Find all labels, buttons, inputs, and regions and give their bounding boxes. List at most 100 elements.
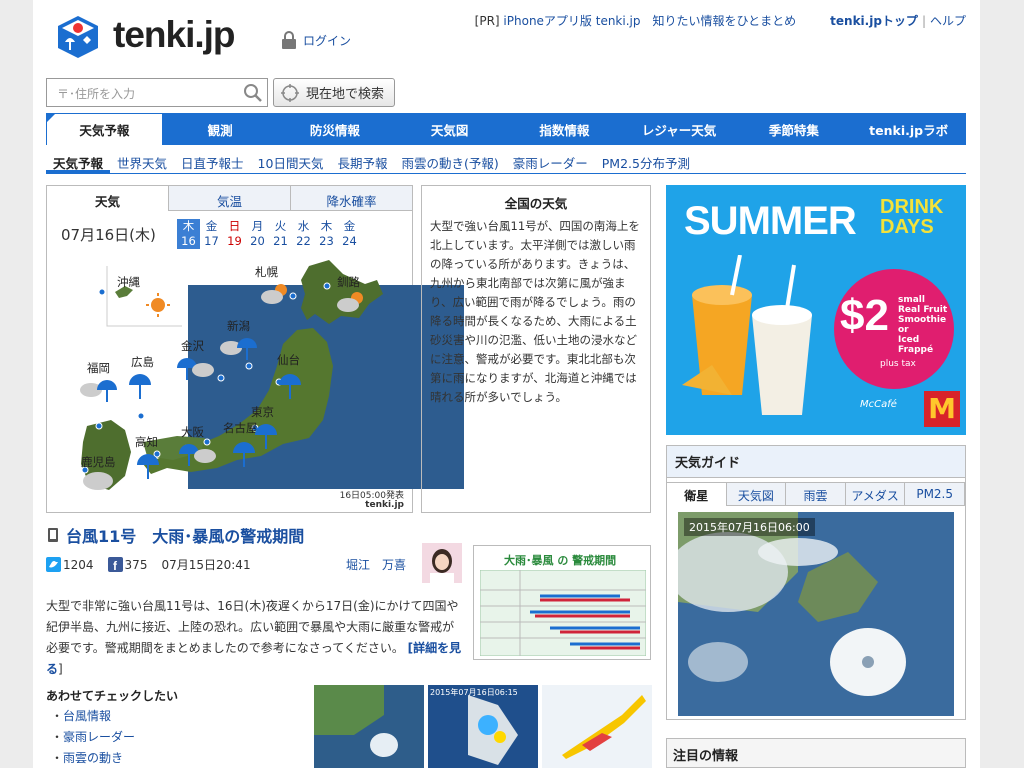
nav-corner-icon <box>46 113 56 123</box>
link-typhoon-info[interactable]: 台風情報 <box>51 706 135 727</box>
ad-brand: McCafé <box>860 399 897 410</box>
city-sapporo[interactable]: 札幌 <box>255 264 278 280</box>
cloud-sun-icon <box>337 292 363 312</box>
tab-satellite[interactable]: 衛星 <box>667 482 727 506</box>
day-item[interactable]: 金 24 <box>338 219 361 249</box>
pr-link-group: [PR] iPhoneアプリ版 tenki.jp <box>475 12 641 29</box>
nav-seasonal[interactable]: 季節特集 <box>737 113 852 145</box>
chart-image-title: 大雨･暴風 の 警戒期間 <box>504 554 617 567</box>
subnav-world[interactable]: 世界天気 <box>110 150 174 173</box>
city-niigata[interactable]: 新潟 <box>227 318 250 334</box>
link-radar[interactable]: 豪雨レーダー <box>51 727 135 748</box>
address-search-input[interactable]: 〒･住所を入力 <box>46 78 268 107</box>
link-rain-cloud[interactable]: 雨雲の動き <box>51 748 135 768</box>
city-osaka[interactable]: 大阪 <box>181 424 204 440</box>
subnav-forecaster[interactable]: 日直予報士 <box>174 150 251 173</box>
guide-title: 天気ガイド <box>667 446 965 478</box>
subnav-long-term[interactable]: 長期予報 <box>330 150 394 173</box>
city-sendai[interactable]: 仙台 <box>277 352 300 368</box>
map-watermark: tenki.jp <box>365 500 404 510</box>
article-author[interactable]: 堀江 万喜 <box>346 556 406 573</box>
geo-search-button[interactable]: 現在地で検索 <box>273 78 395 107</box>
subnav-10day[interactable]: 10日間天気 <box>251 150 331 173</box>
national-weather-title: 全国の天気 <box>504 196 568 211</box>
tab-pm25[interactable]: PM2.5 <box>905 482 965 506</box>
day-item[interactable]: 木 23 <box>315 219 338 249</box>
city-kochi[interactable]: 高知 <box>135 434 158 450</box>
nav-index[interactable]: 指数情報 <box>507 113 622 145</box>
day-selector: 木16 金17 土18 日19 月20 火21 水22 木23 金24 土25 <box>177 219 464 489</box>
umbrella-cloud-icon <box>177 358 214 380</box>
tab-rain-cloud[interactable]: 雨雲 <box>786 482 846 506</box>
author-avatar[interactable] <box>422 543 462 583</box>
day-item[interactable]: 日 19 <box>223 219 246 249</box>
article-body-text: 大型で非常に強い台風11号は、16日(木)夜遅くから17日(金)にかけて四国や紀… <box>46 599 459 655</box>
login-label: ログイン <box>303 33 352 48</box>
nav-weather-map[interactable]: 天気図 <box>392 113 507 145</box>
city-kanazawa[interactable]: 金沢 <box>181 338 204 354</box>
subnav-pm25[interactable]: PM2.5分布予測 <box>595 150 697 173</box>
ad-drink-days: DRINK DAYS <box>880 196 944 238</box>
nav-disaster[interactable]: 防災情報 <box>278 113 393 145</box>
city-hiroshima[interactable]: 広島 <box>131 354 154 370</box>
radar-thumbnail[interactable]: 2015年07月16日06:15 <box>428 685 538 768</box>
help-link[interactable]: ヘルプ <box>930 12 966 29</box>
nav-forecast[interactable]: 天気予報 <box>46 113 163 145</box>
mccafe-ad[interactable]: SUMMER DRINK DAYS $2 small Real Fruit Smoot… <box>666 185 966 435</box>
location-target-icon <box>281 83 299 102</box>
twitter-icon[interactable] <box>46 557 61 572</box>
cloud-sun-icon <box>261 284 287 304</box>
facebook-icon[interactable]: f <box>107 557 123 572</box>
tenki-logo-icon[interactable] <box>55 14 101 60</box>
subnav-forecast[interactable]: 天気予報 <box>46 150 111 173</box>
info-summary-link[interactable]: 知りたい情報をひとまとめ <box>653 12 797 29</box>
subnav-radar[interactable]: 豪雨レーダー <box>506 150 595 173</box>
day-item[interactable]: 水 22 <box>292 219 315 249</box>
article-datetime: 07月15日20:41 <box>161 558 251 572</box>
nav-leisure[interactable]: レジャー天気 <box>622 113 737 145</box>
national-weather-panel: 全国の天気 大型で強い台風11号が、四国の南海上を北上しています。太平洋側では激… <box>421 185 651 513</box>
tab-weather-chart[interactable]: 天気図 <box>726 482 787 506</box>
login-link[interactable]: ログイン <box>281 30 351 50</box>
typhoon-map-thumbnail[interactable] <box>314 685 424 768</box>
day-item[interactable]: 火 21 <box>269 219 292 249</box>
phone-icon <box>48 528 58 542</box>
tab-precipitation[interactable]: 降水確率 <box>290 186 412 211</box>
day-item[interactable]: 月 20 <box>246 219 269 249</box>
warning-map-thumbnail[interactable] <box>542 685 652 768</box>
read-more-bracket: ] <box>58 662 63 676</box>
logo-text[interactable]: tenki.jp <box>113 14 236 56</box>
satellite-image[interactable]: 2015年07月16日06:00 <box>678 512 954 716</box>
related-links: 台風情報 豪雨レーダー 雨雲の動き <box>51 706 135 768</box>
satellite-time: 2015年07月16日06:00 <box>684 518 815 536</box>
radar-thumb-time: 2015年07月16日06:15 <box>430 688 518 697</box>
author-photo <box>422 543 462 583</box>
japan-weather-map[interactable]: 沖縄 札幌 釧路 新潟 金沢 仙台 広島 福岡 東京 大阪 名古屋 高知 鹿児島 <box>47 256 412 512</box>
sub-nav: 天気予報 世界天気 日直予報士 10日間天気 長期予報 雨雲の動き(予報) 豪雨… <box>46 150 966 174</box>
iphone-app-link[interactable]: iPhoneアプリ版 tenki.jp <box>503 14 640 28</box>
pr-label: [PR] <box>474 14 500 28</box>
article-title-link[interactable]: 台風11号 大雨･暴風の警戒期間 <box>46 523 304 547</box>
search-icon[interactable] <box>243 83 263 103</box>
city-okinawa[interactable]: 沖縄 <box>117 274 140 290</box>
tab-temperature[interactable]: 気温 <box>168 186 290 211</box>
page: tenki.jp ログイン [PR] iPhoneアプリ版 tenki.jp 知… <box>33 0 980 768</box>
city-tokyo[interactable]: 東京 <box>251 404 274 420</box>
twitter-count: 1204 <box>63 557 94 572</box>
nav-observation[interactable]: 観測 <box>163 113 278 145</box>
city-fukuoka[interactable]: 福岡 <box>87 360 110 376</box>
day-item[interactable]: 木 16 <box>177 219 200 249</box>
article-meta: 1204 f 375 07月15日20:41 <box>46 556 251 573</box>
top-links: [PR] iPhoneアプリ版 tenki.jp 知りたい情報をひとまとめ te… <box>474 12 966 29</box>
nav-lab[interactable]: tenki.jpラボ <box>851 113 966 145</box>
warning-period-chart[interactable]: 大雨･暴風 の 警戒期間 <box>473 545 651 660</box>
ad-price-badge: $2 small Real Fruit Smoothie or Iced Frappé… <box>834 269 954 389</box>
tab-weather[interactable]: 天気 <box>47 186 168 211</box>
subnav-rain-cloud[interactable]: 雨雲の動き(予報) <box>394 150 505 173</box>
tab-amedas[interactable]: アメダス <box>845 482 906 506</box>
ad-summer-text: SUMMER <box>684 199 857 243</box>
day-item[interactable]: 金 17 <box>200 219 223 249</box>
umbrella-cloud-icon <box>179 444 216 466</box>
tenki-top-link[interactable]: tenki.jpトップ <box>830 12 918 29</box>
cloud-umbrella-icon <box>220 338 257 360</box>
